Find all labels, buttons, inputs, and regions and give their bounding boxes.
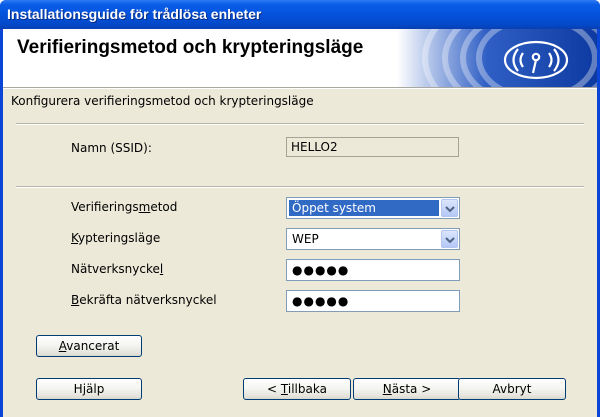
- auth-method-select[interactable]: Öppet system: [286, 197, 460, 219]
- advanced-button[interactable]: Avancerat: [36, 335, 142, 357]
- chevron-down-icon: [445, 206, 455, 213]
- help-button[interactable]: Hjälp: [36, 378, 142, 400]
- encryption-mode-label: Kypteringsläge: [71, 231, 161, 245]
- installer-window: Installationsguide för trådlösa enheter …: [0, 0, 600, 417]
- section-divider: [16, 123, 584, 125]
- auth-method-label: Verifieringsmetod: [71, 200, 178, 214]
- auth-method-dropdown-button[interactable]: [441, 199, 458, 217]
- wizard-header: Verifieringsmetod och krypteringsläge: [3, 29, 597, 87]
- encryption-mode-select[interactable]: WEP: [286, 228, 460, 250]
- back-button[interactable]: < Tillbaka: [243, 378, 351, 400]
- network-key-label: Nätverksnyckel: [71, 262, 164, 276]
- ssid-label: Namn (SSID):: [71, 141, 152, 155]
- encryption-mode-dropdown-button[interactable]: [441, 230, 458, 248]
- chevron-down-icon: [445, 237, 455, 244]
- page-title: Verifieringsmetod och krypteringsläge: [17, 37, 364, 58]
- ssid-field: HELLO2: [286, 137, 459, 157]
- wireless-signal-icon: [397, 29, 597, 87]
- auth-method-value: Öppet system: [289, 200, 439, 216]
- window-title: Installationsguide för trådlösa enheter: [7, 6, 262, 22]
- wizard-client-area: Verifieringsmetod och krypteringsläge Ko…: [3, 29, 597, 417]
- header-divider: [3, 87, 597, 89]
- form-divider: [16, 186, 584, 188]
- network-key-input[interactable]: ●●●●●: [286, 259, 460, 281]
- confirm-key-input[interactable]: ●●●●●: [286, 290, 460, 312]
- next-button[interactable]: Nästa >: [353, 378, 461, 400]
- confirm-key-label: Bekräfta nätverksnyckel: [71, 293, 217, 307]
- encryption-mode-value: WEP: [292, 232, 319, 246]
- page-subtitle: Konfigurera verifieringsmetod och krypte…: [11, 94, 314, 108]
- cancel-button[interactable]: Avbryt: [458, 378, 566, 400]
- title-bar[interactable]: Installationsguide för trådlösa enheter: [0, 0, 600, 29]
